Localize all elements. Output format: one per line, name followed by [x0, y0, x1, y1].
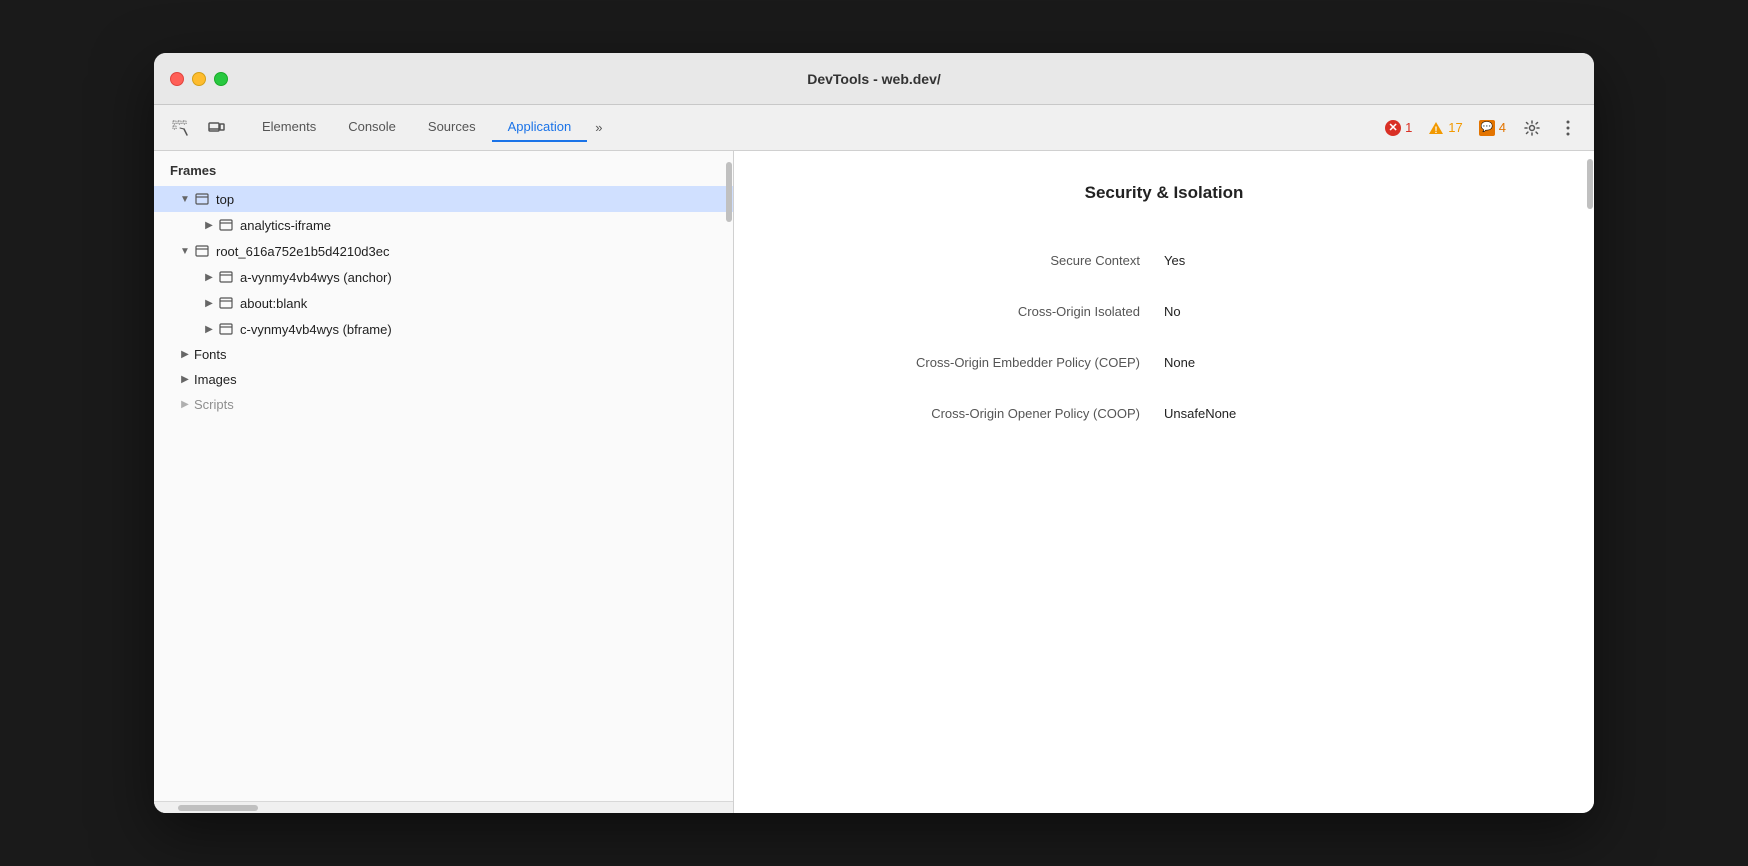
more-options-button[interactable] — [1554, 114, 1582, 142]
sidebar-header: Frames — [154, 151, 733, 186]
expand-icon-root: ▼ — [178, 244, 192, 258]
frame-icon-about — [218, 295, 234, 311]
expand-icon-fonts: ▶ — [178, 348, 192, 362]
table-row-coep: Cross-Origin Embedder Policy (COEP) None — [774, 337, 1554, 388]
label-coop: Cross-Origin Opener Policy (COOP) — [774, 388, 1164, 439]
frame-icon-top — [194, 191, 210, 207]
tree-item-images[interactable]: ▶ Images — [154, 367, 733, 392]
more-tabs-button[interactable]: » — [587, 114, 610, 141]
table-row-cross-origin-isolated: Cross-Origin Isolated No — [774, 286, 1554, 337]
tree-label-about-blank: about:blank — [240, 296, 307, 311]
security-info-table: Secure Context Yes Cross-Origin Isolated… — [774, 235, 1554, 439]
maximize-button[interactable] — [214, 72, 228, 86]
expand-icon-images: ▶ — [178, 373, 192, 387]
close-button[interactable] — [170, 72, 184, 86]
tree-item-fonts[interactable]: ▶ Fonts — [154, 342, 733, 367]
expand-icon-analytics: ▶ — [202, 218, 216, 232]
value-coop: UnsafeNone — [1164, 388, 1554, 439]
label-secure-context: Secure Context — [774, 235, 1164, 286]
tree-item-scripts[interactable]: ▶ Scripts — [154, 392, 733, 417]
tree-item-analytics-iframe[interactable]: ▶ analytics-iframe — [154, 212, 733, 238]
tab-list: Elements Console Sources Application » — [246, 113, 1377, 142]
warning-count: 17 — [1448, 120, 1462, 135]
traffic-lights — [170, 72, 228, 86]
tab-application[interactable]: Application — [492, 113, 588, 142]
expand-icon-c-vynmy: ▶ — [202, 322, 216, 336]
frame-icon-a-vynmy — [218, 269, 234, 285]
sidebar: Frames ▼ top ▶ — [154, 151, 734, 813]
content-scrollbar-track[interactable] — [1586, 151, 1594, 813]
tree-label-c-vynmy: c-vynmy4vb4wys (bframe) — [240, 322, 392, 337]
frame-icon-c-vynmy — [218, 321, 234, 337]
inspect-element-button[interactable] — [166, 114, 194, 142]
vertical-scrollbar-track[interactable] — [725, 151, 733, 813]
label-cross-origin-isolated: Cross-Origin Isolated — [774, 286, 1164, 337]
error-badge[interactable]: ✕ 1 — [1381, 118, 1416, 138]
info-badge[interactable]: 💬 4 — [1475, 118, 1510, 138]
minimize-button[interactable] — [192, 72, 206, 86]
expand-icon-a-vynmy: ▶ — [202, 270, 216, 284]
toolbar-icons — [166, 114, 230, 142]
expand-icon-top: ▼ — [178, 192, 192, 206]
error-count: 1 — [1405, 120, 1412, 135]
toolbar: Elements Console Sources Application » ✕… — [154, 105, 1594, 151]
tree-label-fonts: Fonts — [194, 347, 227, 362]
tree-item-about-blank[interactable]: ▶ about:blank — [154, 290, 733, 316]
vertical-scrollbar-thumb[interactable] — [726, 162, 732, 222]
devtools-window: DevTools - web.dev/ — [154, 53, 1594, 813]
tree-item-c-vynmy[interactable]: ▶ c-vynmy4vb4wys (bframe) — [154, 316, 733, 342]
titlebar: DevTools - web.dev/ — [154, 53, 1594, 105]
tree-label-top: top — [216, 192, 234, 207]
value-secure-context: Yes — [1164, 235, 1554, 286]
table-row-coop: Cross-Origin Opener Policy (COOP) Unsafe… — [774, 388, 1554, 439]
expand-icon-scripts: ▶ — [178, 398, 192, 412]
frame-icon-analytics — [218, 217, 234, 233]
tree-label-analytics: analytics-iframe — [240, 218, 331, 233]
horizontal-scrollbar[interactable] — [154, 801, 733, 813]
info-icon: 💬 — [1481, 122, 1493, 133]
tab-sources[interactable]: Sources — [412, 113, 492, 142]
table-row-secure-context: Secure Context Yes — [774, 235, 1554, 286]
window-title: DevTools - web.dev/ — [807, 71, 941, 87]
tab-elements[interactable]: Elements — [246, 113, 332, 142]
tree-item-root[interactable]: ▼ root_616a752e1b5d4210d3ec — [154, 238, 733, 264]
expand-icon-about: ▶ — [202, 296, 216, 310]
h-scrollbar-thumb[interactable] — [178, 805, 258, 811]
svg-text:!: ! — [1435, 125, 1438, 135]
tree-item-top[interactable]: ▼ top — [154, 186, 733, 212]
label-coep: Cross-Origin Embedder Policy (COEP) — [774, 337, 1164, 388]
tree-label-a-vynmy: a-vynmy4vb4wys (anchor) — [240, 270, 392, 285]
tree-label-root: root_616a752e1b5d4210d3ec — [216, 244, 390, 259]
frame-icon-root — [194, 243, 210, 259]
content-title: Security & Isolation — [774, 183, 1554, 203]
main-content: Frames ▼ top ▶ — [154, 151, 1594, 813]
toolbar-right: ✕ 1 ! 17 💬 4 — [1381, 114, 1582, 142]
info-count: 4 — [1499, 120, 1506, 135]
settings-button[interactable] — [1518, 114, 1546, 142]
value-cross-origin-isolated: No — [1164, 286, 1554, 337]
warning-badge[interactable]: ! 17 — [1424, 118, 1466, 138]
content-panel: Security & Isolation Secure Context Yes … — [734, 151, 1594, 813]
content-scrollbar-thumb[interactable] — [1587, 159, 1593, 209]
tree-label-images: Images — [194, 372, 237, 387]
tree-item-a-vynmy[interactable]: ▶ a-vynmy4vb4wys (anchor) — [154, 264, 733, 290]
device-toolbar-button[interactable] — [202, 114, 230, 142]
value-coep: None — [1164, 337, 1554, 388]
error-icon: ✕ — [1388, 121, 1397, 134]
tab-console[interactable]: Console — [332, 113, 412, 142]
tree-label-scripts: Scripts — [194, 397, 234, 412]
